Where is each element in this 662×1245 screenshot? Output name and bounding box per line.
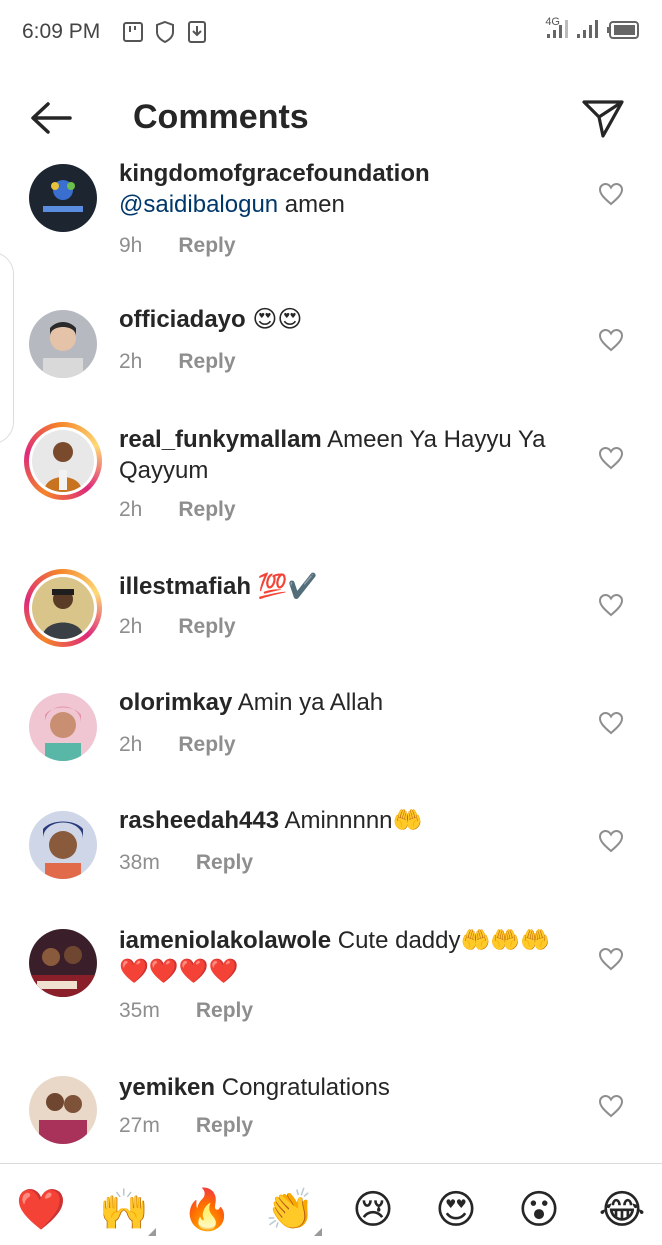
- reply-button[interactable]: Reply: [178, 350, 235, 373]
- comment-time: 27m: [119, 1114, 160, 1137]
- comment-username[interactable]: rasheedah443: [119, 807, 279, 834]
- heart-outline-icon[interactable]: [598, 182, 624, 206]
- avatar-image: [32, 430, 94, 492]
- heart-outline-icon[interactable]: [598, 947, 624, 971]
- comment-username[interactable]: olorimkay: [119, 689, 232, 716]
- comments-list: kingdomofgracefoundation @saidibalogun a…: [0, 156, 662, 1162]
- emoji-clapping-hands[interactable]: 👏: [264, 1184, 316, 1236]
- comment-username[interactable]: illestmafiah: [119, 573, 251, 600]
- emoji-crying-face[interactable]: 😢: [347, 1184, 399, 1236]
- avatar[interactable]: [29, 1076, 97, 1144]
- share-button[interactable]: [580, 96, 626, 142]
- heart-outline-icon[interactable]: [598, 1094, 624, 1118]
- heart-outline-icon[interactable]: [598, 328, 624, 352]
- reply-button[interactable]: Reply: [178, 615, 235, 638]
- comment-time: 38m: [119, 851, 160, 874]
- avatar[interactable]: [29, 310, 97, 378]
- reply-button[interactable]: Reply: [178, 234, 235, 257]
- comment-text: Congratulations: [215, 1074, 390, 1101]
- sim-card-icon: [123, 22, 143, 42]
- comment-text: amen: [278, 191, 345, 218]
- story-ring[interactable]: [24, 569, 102, 647]
- network-type: 4G: [545, 16, 560, 28]
- avatar-image: [29, 164, 97, 232]
- story-ring[interactable]: [24, 422, 102, 500]
- emoji-laughing-face[interactable]: 😂: [596, 1184, 648, 1236]
- avatar: [32, 577, 94, 639]
- comment-text: Aminnnnn🤲: [279, 807, 423, 834]
- avatar-image: [29, 929, 97, 997]
- back-button[interactable]: [26, 98, 76, 138]
- emoji-variant-indicator: [314, 1228, 322, 1236]
- status-bar: 6:09 PM 4G: [0, 0, 662, 68]
- heart-outline-icon[interactable]: [598, 829, 624, 853]
- heart-outline-icon[interactable]: [598, 593, 624, 617]
- battery-icon: [607, 21, 639, 39]
- download-icon: [188, 21, 206, 43]
- comment-time: 2h: [119, 615, 143, 638]
- emoji-surprised-face[interactable]: 😮: [513, 1184, 565, 1236]
- emoji-heart-eyes[interactable]: 😍: [430, 1184, 482, 1236]
- comment-time: 2h: [119, 350, 143, 373]
- avatar[interactable]: [29, 929, 97, 997]
- avatar-image: [29, 1076, 97, 1144]
- reply-button[interactable]: Reply: [178, 733, 235, 756]
- comment-mention[interactable]: @saidibalogun: [119, 191, 278, 218]
- comment-username[interactable]: kingdomofgracefoundation: [119, 160, 430, 187]
- emoji-heart[interactable]: ❤️: [15, 1184, 67, 1236]
- heart-outline-icon[interactable]: [598, 446, 624, 470]
- comment-text: Amin ya Allah: [232, 689, 384, 716]
- comment-time: 2h: [119, 733, 143, 756]
- reply-button[interactable]: Reply: [178, 498, 235, 521]
- status-time: 6:09 PM: [22, 20, 101, 43]
- arrow-left-icon: [31, 102, 72, 134]
- avatar-image: [32, 577, 94, 639]
- comment-username[interactable]: officiadayo: [119, 306, 246, 333]
- avatar-image: [29, 693, 97, 761]
- emoji-fire[interactable]: 🔥: [181, 1184, 233, 1236]
- comment-time: 35m: [119, 999, 160, 1022]
- emoji-variant-indicator: [148, 1228, 156, 1236]
- reply-button[interactable]: Reply: [196, 851, 253, 874]
- signal-icon-2: [577, 20, 598, 38]
- emoji-reaction-bar: ❤️ 🙌 🔥 👏 😢 😍 😮 😂: [0, 1163, 662, 1245]
- reply-button[interactable]: Reply: [196, 1114, 253, 1137]
- avatar[interactable]: [29, 693, 97, 761]
- comment-time: 2h: [119, 498, 143, 521]
- heart-outline-icon[interactable]: [598, 711, 624, 735]
- emoji-raising-hands[interactable]: 🙌: [98, 1184, 150, 1236]
- comment-text: 💯✔️: [251, 573, 318, 600]
- comment-username[interactable]: real_funkymallam: [119, 426, 322, 453]
- avatar[interactable]: [29, 164, 97, 232]
- shield-icon: [156, 20, 174, 44]
- comment-username[interactable]: iameniolakolawole: [119, 927, 331, 954]
- comment-time: 9h: [119, 234, 143, 257]
- avatar[interactable]: [29, 811, 97, 879]
- page-title: Comments: [133, 98, 309, 136]
- avatar-image: [29, 310, 97, 378]
- comment-text: 😍😍: [245, 306, 303, 333]
- header: Comments: [0, 80, 662, 156]
- paper-plane-icon: [582, 100, 624, 138]
- reply-button[interactable]: Reply: [196, 999, 253, 1022]
- comment-username[interactable]: yemiken: [119, 1074, 215, 1101]
- avatar-image: [29, 811, 97, 879]
- avatar: [32, 430, 94, 492]
